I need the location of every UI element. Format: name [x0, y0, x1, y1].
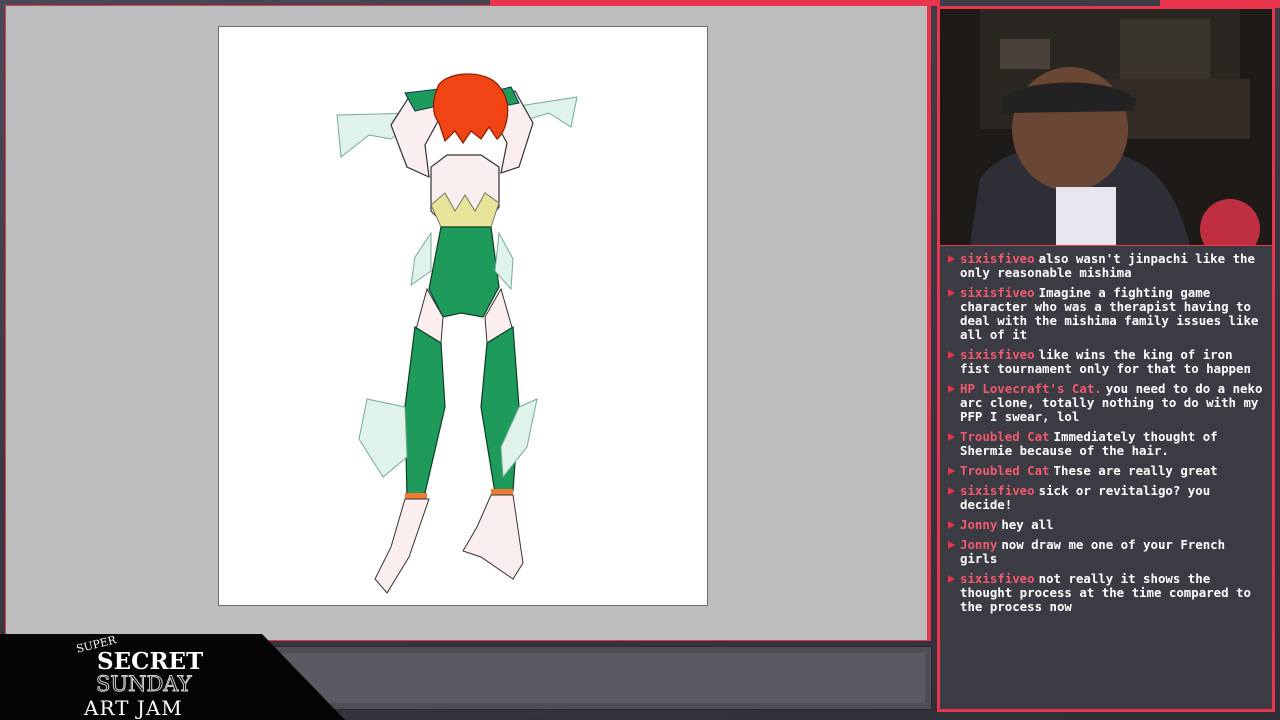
chat-message: sixisfiveo also wasn't jinpachi like the …: [946, 252, 1266, 280]
webcam-feed: [937, 6, 1275, 248]
left-calf-fin: [358, 398, 408, 478]
bottom-overlay-bar: [270, 646, 932, 710]
chat-message: sixisfiveo sick or revitaligo? you decide…: [946, 484, 1266, 512]
chat-message: Jonny now draw me one of your French girl…: [946, 538, 1266, 566]
body-suit: [428, 226, 500, 318]
webcam-scene: [940, 9, 1272, 245]
chat-bullet-icon: [948, 385, 955, 393]
chat-username: sixisfiveo: [960, 347, 1035, 362]
bottom-overlay-inner: [277, 653, 925, 703]
chat-message: Jonny hey all: [946, 518, 1266, 532]
chat-username: HP Lovecraft's Cat.: [960, 381, 1102, 396]
chat-username: sixisfiveo: [960, 483, 1035, 498]
chat-text: These are really great: [1053, 463, 1218, 478]
chat-message: sixisfiveo like wins the king of iron fis…: [946, 348, 1266, 376]
left-leg: [404, 326, 446, 498]
left-ankle-band: [405, 493, 427, 499]
chat-message: HP Lovecraft's Cat. you need to do a neko…: [946, 382, 1266, 424]
left-foot: [374, 498, 430, 594]
chat-username: Troubled Cat: [960, 429, 1050, 444]
chat-bullet-icon: [948, 351, 955, 359]
logo-art-jam: ART JAM: [84, 696, 183, 720]
chat-panel: sixisfiveo also wasn't jinpachi like the …: [937, 246, 1275, 712]
right-leg: [480, 325, 520, 494]
chat-message: sixisfiveo not really it shows the though…: [946, 572, 1266, 614]
chat-list: sixisfiveo also wasn't jinpachi like the …: [940, 246, 1272, 614]
chat-username: sixisfiveo: [960, 285, 1035, 300]
chat-bullet-icon: [948, 575, 955, 583]
chat-username: Jonny: [960, 517, 998, 532]
chat-message: Troubled Cat Immediately thought of Sherm…: [946, 430, 1266, 458]
chat-username: sixisfiveo: [960, 251, 1035, 266]
chat-text: hey all: [1001, 517, 1054, 532]
chat-bullet-icon: [948, 541, 955, 549]
chat-bullet-icon: [948, 289, 955, 297]
chat-bullet-icon: [948, 433, 955, 441]
chat-text: now draw me one of your French girls: [960, 537, 1226, 566]
logo-sunday: SUNDAY: [95, 672, 192, 697]
artwork-sheet[interactable]: [218, 26, 708, 606]
chat-username: Jonny: [960, 537, 998, 552]
chat-message: Troubled Cat These are really great: [946, 464, 1266, 478]
chat-bullet-icon: [948, 487, 955, 495]
chat-username: Troubled Cat: [960, 463, 1050, 478]
chat-bullet-icon: [948, 255, 955, 263]
chat-bullet-icon: [948, 521, 955, 529]
chat-bullet-icon: [948, 467, 955, 475]
character-drawing: [336, 73, 578, 594]
right-ankle-band: [491, 489, 513, 495]
logo-secret: SECRET: [97, 648, 204, 675]
chat-username: sixisfiveo: [960, 571, 1035, 586]
hair: [432, 73, 509, 145]
chat-message: sixisfiveo Imagine a fighting game charac…: [946, 286, 1266, 342]
left-hip-fin: [410, 231, 432, 287]
right-foot: [462, 494, 524, 580]
